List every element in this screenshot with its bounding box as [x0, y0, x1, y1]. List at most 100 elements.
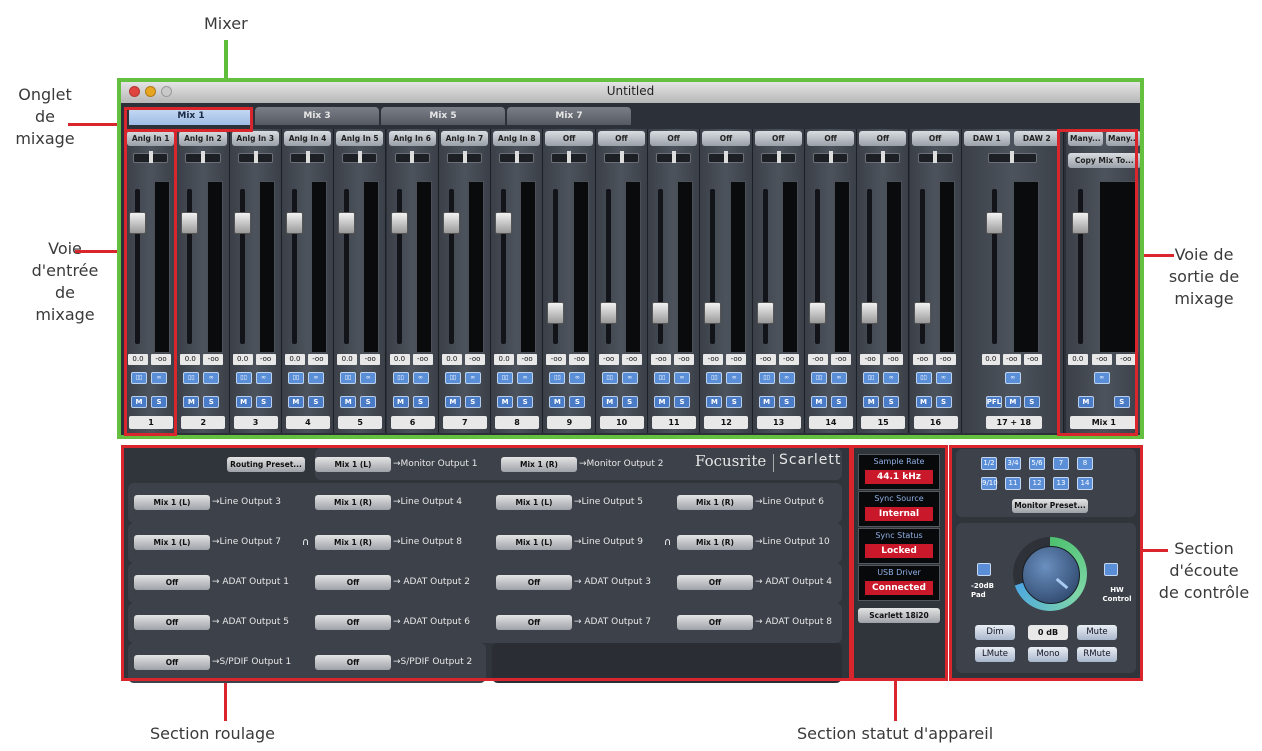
pan-link-icon[interactable]: ▯▯ [706, 372, 723, 384]
pan-knob[interactable] [515, 151, 520, 163]
stereo-link-icon[interactable]: ∞ [674, 372, 690, 384]
pan-link-icon[interactable]: ▯▯ [654, 372, 670, 384]
source-select[interactable]: Anlg In 8 [493, 131, 541, 146]
pan-slider[interactable] [237, 151, 273, 163]
pan-knob[interactable] [881, 151, 886, 163]
pan-link-icon[interactable]: ▯▯ [392, 372, 409, 384]
source-select[interactable]: Anlg In 6 [388, 131, 436, 146]
source-select[interactable]: Anlg In 3 [231, 131, 279, 146]
source-select[interactable]: Anlg In 5 [336, 131, 384, 146]
fader-handle[interactable] [390, 212, 408, 235]
pan-slider[interactable] [708, 151, 744, 163]
pan-knob[interactable] [828, 151, 833, 163]
pan-slider[interactable] [499, 151, 535, 163]
pan-link-icon[interactable]: ▯▯ [810, 372, 827, 384]
stereo-link-icon[interactable]: ∞ [360, 372, 377, 384]
stereo-link-icon[interactable]: ∞ [203, 372, 220, 384]
solo-button[interactable]: S [412, 396, 429, 408]
mute-button[interactable]: M [549, 396, 566, 408]
fader-handle[interactable] [704, 302, 722, 324]
stereo-link-icon[interactable]: ∞ [255, 372, 272, 384]
pan-slider[interactable] [917, 151, 953, 163]
solo-button[interactable]: S [621, 396, 638, 408]
pan-knob[interactable] [776, 151, 781, 163]
pan-link-icon[interactable]: ▯▯ [549, 372, 566, 384]
pan-link-icon[interactable]: ▯▯ [758, 372, 775, 384]
mute-button[interactable]: M [601, 396, 618, 408]
pan-link-icon[interactable]: ▯▯ [287, 372, 304, 384]
solo-button[interactable]: S [674, 396, 690, 408]
mute-button[interactable]: M [654, 396, 670, 408]
pan-slider[interactable] [394, 151, 430, 163]
stereo-link-icon[interactable]: ∞ [778, 372, 795, 384]
pan-link-icon[interactable]: ▯▯ [444, 372, 461, 384]
tab-mix-7[interactable]: Mix 7 [507, 107, 631, 125]
solo-button[interactable]: S [517, 396, 534, 408]
solo-button[interactable]: S [203, 396, 220, 408]
solo-button[interactable]: S [883, 396, 900, 408]
mute-button[interactable]: M [1004, 396, 1021, 408]
pan-slider[interactable] [760, 151, 796, 163]
mute-button[interactable]: M [444, 396, 461, 408]
tab-mix-5[interactable]: Mix 5 [381, 107, 505, 125]
pan-slider[interactable] [185, 151, 221, 163]
fader-handle[interactable] [808, 302, 826, 324]
pan-knob[interactable] [1009, 151, 1014, 163]
stereo-link-icon[interactable]: ∞ [517, 372, 534, 384]
pan-knob[interactable] [305, 151, 310, 163]
pan-knob[interactable] [933, 151, 938, 163]
pan-slider[interactable] [987, 151, 1037, 163]
fader-handle[interactable] [913, 302, 931, 324]
source-select-daw-1[interactable]: DAW 1 [963, 131, 1010, 146]
source-select[interactable]: Off [650, 131, 698, 146]
mute-button[interactable]: M [810, 396, 827, 408]
stereo-link-icon[interactable]: ∞ [464, 372, 481, 384]
pan-slider[interactable] [446, 151, 483, 163]
tab-mix-3[interactable]: Mix 3 [255, 107, 379, 125]
source-select[interactable]: Off [702, 131, 750, 146]
fader-handle[interactable] [985, 212, 1003, 235]
mute-button[interactable]: M [706, 396, 723, 408]
pan-slider[interactable] [812, 151, 849, 163]
solo-button[interactable]: S [778, 396, 795, 408]
pan-slider[interactable] [551, 151, 587, 163]
solo-button[interactable]: S [1023, 396, 1040, 408]
pan-link-icon[interactable]: ▯▯ [601, 372, 618, 384]
pan-slider[interactable] [656, 151, 692, 163]
fader-handle[interactable] [338, 212, 356, 235]
source-select[interactable]: Off [545, 131, 593, 146]
pan-link-icon[interactable]: ▯▯ [340, 372, 357, 384]
fader-handle[interactable] [861, 302, 879, 324]
pan-knob[interactable] [567, 151, 572, 163]
solo-button[interactable]: S [726, 396, 743, 408]
pan-slider[interactable] [865, 151, 901, 163]
mute-button[interactable]: M [392, 396, 409, 408]
stereo-link-icon[interactable]: ∞ [412, 372, 429, 384]
stereo-link-icon[interactable]: ∞ [830, 372, 847, 384]
solo-button[interactable]: S [830, 396, 847, 408]
pan-link-icon[interactable]: ▯▯ [235, 372, 252, 384]
pan-knob[interactable] [724, 151, 729, 163]
source-select[interactable]: Off [806, 131, 855, 146]
solo-button[interactable]: S [255, 396, 272, 408]
mute-button[interactable]: M [497, 396, 514, 408]
fader-handle[interactable] [442, 212, 460, 235]
pan-knob[interactable] [253, 151, 258, 163]
stereo-link-icon[interactable]: ∞ [621, 372, 638, 384]
solo-button[interactable]: S [569, 396, 586, 408]
mute-button[interactable]: M [183, 396, 200, 408]
source-select[interactable]: Off [859, 131, 907, 146]
fader-handle[interactable] [652, 302, 669, 324]
pan-slider[interactable] [603, 151, 639, 163]
source-select[interactable]: Off [911, 131, 959, 146]
mute-button[interactable]: M [287, 396, 304, 408]
stereo-link-icon[interactable]: ∞ [726, 372, 743, 384]
mute-button[interactable]: M [863, 396, 880, 408]
pan-slider[interactable] [289, 151, 326, 163]
stereo-link-icon[interactable]: ∞ [1004, 372, 1021, 384]
mute-button[interactable]: M [340, 396, 357, 408]
mute-button[interactable]: M [915, 396, 932, 408]
fader-handle[interactable] [599, 302, 617, 324]
source-select[interactable]: Off [597, 131, 645, 146]
fader-handle[interactable] [181, 212, 199, 235]
